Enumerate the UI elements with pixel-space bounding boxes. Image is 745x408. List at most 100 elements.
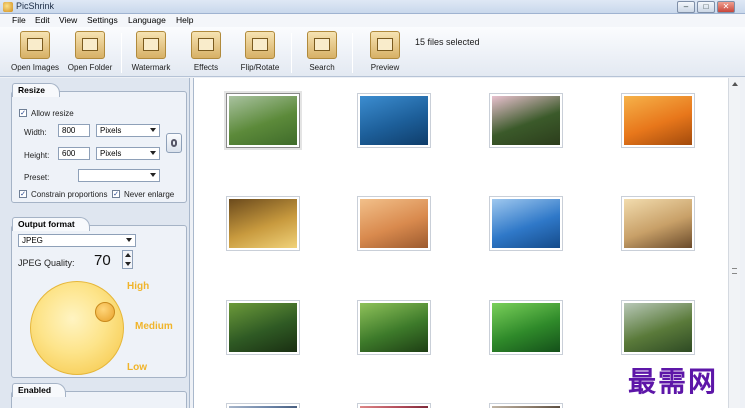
settings-panel: Resize ✓ Allow resize Width: 800 Pixels …: [0, 78, 190, 408]
width-label: Width:: [24, 128, 47, 137]
format-value: JPEG: [22, 236, 43, 245]
jpeg-quality-label: JPEG Quality:: [18, 258, 75, 268]
scroll-up-arrow-icon[interactable]: [732, 82, 738, 86]
chain-link-icon: [171, 139, 177, 147]
height-label: Height:: [24, 151, 50, 160]
chevron-down-icon[interactable]: [125, 262, 131, 266]
enabled-group-title: Enabled: [12, 383, 67, 397]
link-proportions-button[interactable]: [166, 133, 182, 153]
thumbnail-whale-tail[interactable]: [357, 93, 431, 148]
menu-bar: File Edit View Settings Language Help: [0, 14, 745, 27]
menu-help[interactable]: Help: [176, 15, 193, 25]
search-label: Search: [309, 63, 335, 72]
menu-edit[interactable]: Edit: [35, 15, 50, 25]
jpeg-quality-stepper[interactable]: [122, 250, 133, 269]
thumbnail-image: [624, 199, 692, 248]
thumbnail-image: [360, 199, 428, 248]
quality-high-label: High: [127, 281, 150, 292]
allow-resize-label: Allow resize: [31, 109, 74, 118]
toolbar-separator: [121, 33, 122, 73]
thumbnail-grid: [193, 78, 738, 408]
picshrink-app-icon: [3, 2, 13, 12]
height-unit-select[interactable]: Pixels: [96, 147, 160, 160]
flip-rotate-button[interactable]: Flip/Rotate: [236, 31, 284, 72]
menu-view[interactable]: View: [59, 15, 77, 25]
effects-button[interactable]: Effects: [184, 31, 228, 72]
thumbnail-green-plants[interactable]: [489, 300, 563, 355]
preview-button[interactable]: Preview: [363, 31, 407, 72]
window-title: PicShrink: [16, 1, 55, 11]
watermark-label: Watermark: [131, 63, 171, 72]
thumbnail-row4-b[interactable]: [357, 403, 431, 408]
chevron-down-icon: [150, 128, 156, 132]
thumbnail-image: [360, 303, 428, 352]
thumbnail-row4-c[interactable]: [489, 403, 563, 408]
width-unit-value: Pixels: [100, 126, 122, 135]
toolbar-separator: [352, 33, 353, 73]
menu-file[interactable]: File: [12, 15, 26, 25]
quality-medium-label: Medium: [135, 321, 173, 332]
menu-language[interactable]: Language: [128, 15, 166, 25]
thumbnail-image: [229, 96, 297, 145]
preset-select[interactable]: [78, 169, 160, 182]
thumbnail-lone-tree[interactable]: [621, 196, 695, 251]
height-input[interactable]: 600: [58, 147, 90, 160]
menu-settings[interactable]: Settings: [87, 15, 118, 25]
flip-rotate-icon: [245, 31, 275, 59]
chevron-down-icon: [126, 238, 132, 242]
toolbar-separator: [291, 33, 292, 73]
open-images-icon: [20, 31, 50, 59]
thumbnail-orange-flowers[interactable]: [621, 93, 695, 148]
open-folder-label: Open Folder: [67, 63, 113, 72]
thumbnail-image: [360, 96, 428, 145]
never-enlarge-label: Never enlarge: [124, 190, 175, 199]
thumbnail-river-meadow[interactable]: [226, 93, 300, 148]
thumbnail-image: [229, 199, 297, 248]
open-images-label: Open Images: [10, 63, 60, 72]
watermark-button[interactable]: Watermark: [128, 31, 174, 72]
thumbnail-waterfall[interactable]: [621, 300, 695, 355]
quality-dial[interactable]: [30, 281, 124, 375]
thumbnail-image: [624, 96, 692, 145]
constrain-proportions-label: Constrain proportions: [31, 190, 108, 199]
width-input[interactable]: 800: [58, 124, 90, 137]
width-unit-select[interactable]: Pixels: [96, 124, 160, 137]
minimize-button[interactable]: –: [677, 1, 695, 13]
preset-label: Preset:: [24, 173, 50, 182]
thumbnail-image: [229, 303, 297, 352]
watermark-icon: [136, 31, 166, 59]
resize-group-title: Resize: [12, 83, 60, 97]
effects-icon: [191, 31, 221, 59]
format-select[interactable]: JPEG: [18, 234, 136, 247]
thumbnail-desert-dunes[interactable]: [357, 196, 431, 251]
quality-dial-knob[interactable]: [95, 302, 115, 322]
effects-label: Effects: [193, 63, 219, 72]
chevron-down-icon: [150, 173, 156, 177]
thumbnail-autumn-tree[interactable]: [226, 196, 300, 251]
constrain-proportions-checkbox[interactable]: ✓: [19, 190, 27, 198]
thumbnail-toucan[interactable]: [226, 300, 300, 355]
vertical-scrollbar[interactable]: [728, 78, 740, 408]
thumbnail-pink-flowers[interactable]: [489, 93, 563, 148]
allow-resize-checkbox[interactable]: ✓: [19, 109, 27, 117]
toolbar: Open Images Open Folder Watermark Effect…: [0, 27, 745, 77]
thumbnail-blue-sea[interactable]: [489, 196, 563, 251]
close-button[interactable]: ✕: [717, 1, 735, 13]
preview-label: Preview: [370, 63, 400, 72]
resize-group: Resize ✓ Allow resize Width: 800 Pixels …: [11, 83, 187, 203]
open-images-button[interactable]: Open Images: [9, 31, 61, 72]
thumbnail-image: [492, 303, 560, 352]
scrollbar-thumb[interactable]: [732, 268, 737, 274]
jpeg-quality-value[interactable]: 70: [94, 252, 111, 269]
height-unit-value: Pixels: [100, 149, 122, 158]
never-enlarge-checkbox[interactable]: ✓: [112, 190, 120, 198]
thumbnail-image: [624, 303, 692, 352]
search-button[interactable]: Search: [300, 31, 344, 72]
thumbnail-image: [492, 96, 560, 145]
thumbnail-forest-path[interactable]: [357, 300, 431, 355]
open-folder-button[interactable]: Open Folder: [64, 31, 116, 72]
thumbnail-row4-a[interactable]: [226, 403, 300, 408]
chevron-up-icon[interactable]: [125, 253, 131, 257]
open-folder-icon: [75, 31, 105, 59]
maximize-button[interactable]: □: [697, 1, 715, 13]
